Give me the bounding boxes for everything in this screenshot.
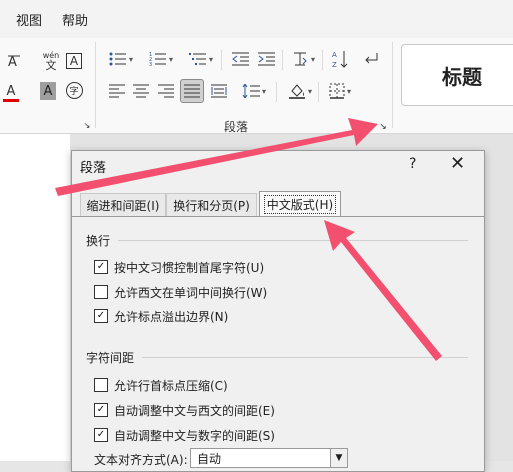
svg-text:Z: Z [332,61,337,69]
font-dialog-launcher-icon[interactable]: ↘ [82,120,92,130]
line-spacing-icon[interactable]: ▾ [238,81,270,101]
svg-text:A: A [332,51,337,59]
checkbox[interactable] [94,285,108,299]
checkbox[interactable]: ✓ [94,260,108,274]
option-allow-latin-wrap[interactable]: 允许西文在单词中间换行(W) [94,284,267,300]
char-border-icon[interactable]: A [64,51,84,71]
show-marks-icon[interactable] [360,49,382,69]
menu-view[interactable]: 视图 [16,10,42,29]
justify-icon[interactable] [180,79,204,103]
enclose-char-icon[interactable]: 字 [64,80,84,100]
ribbon-separator [282,50,283,70]
close-icon[interactable]: ✕ [450,153,465,174]
font-color-bar [3,98,19,102]
section-divider [142,357,468,358]
char-shading-icon[interactable]: A [40,82,56,100]
option-space-asian-numbers[interactable]: ✓ 自动调整中文与数字的间距(S) [94,427,275,443]
dialog-title: 段落 [80,161,107,176]
text-align-select[interactable]: 自动 [190,448,344,468]
paragraph-group-label: 段落 [224,120,249,134]
ribbon-separator [95,42,96,128]
phonetic-char: 文 [45,58,57,72]
multilevel-list-icon[interactable]: ▾ [186,49,216,69]
distributed-icon[interactable] [208,81,230,101]
section-divider [118,240,468,241]
paragraph-dialog: 段落 ? ✕ 缩进和间距(I) 换行和分页(P) 中文版式(H) 换行 ✓ 按中… [71,150,485,472]
checkbox[interactable]: ✓ [94,403,108,417]
checkbox[interactable]: ✓ [94,428,108,442]
borders-icon[interactable]: ▾ [324,81,356,101]
tab-label: 中文版式(H) [263,195,337,214]
checkbox[interactable]: ✓ [94,309,108,323]
decrease-indent-icon[interactable] [230,49,252,69]
text-align-label: 文本对齐方式(A): [94,453,188,467]
font-color-glyph: A [6,83,16,99]
menu-help[interactable]: 帮助 [62,10,88,29]
option-label: 自动调整中文与数字的间距(S) [114,428,275,443]
ribbon-separator [221,50,222,70]
option-compress-punctuation[interactable]: 允许行首标点压缩(C) [94,377,228,393]
phonetic-guide-icon[interactable]: wén 文 [40,49,62,73]
align-right-icon[interactable] [155,81,177,101]
increase-indent-icon[interactable] [256,49,278,69]
ribbon-separator [322,50,323,70]
option-hanging-punctuation[interactable]: ✓ 允许标点溢出边界(N) [94,308,228,324]
align-center-icon[interactable] [130,81,152,101]
ribbon-separator [318,82,319,102]
char-shading-glyph: A [43,83,53,99]
checkbox[interactable] [94,378,108,392]
style-preview-heading[interactable]: 标题 [401,44,513,106]
document-page[interactable] [0,134,70,461]
menu-bar: 视图 帮助 [0,0,513,38]
font-size-icon[interactable]: A [4,51,24,71]
char-border-glyph: A [65,53,83,69]
option-space-asian-latin[interactable]: ✓ 自动调整中文与西文的间距(E) [94,402,275,418]
option-label: 允许西文在单词中间换行(W) [114,285,268,300]
svg-text:A: A [8,55,17,69]
option-label: 按中文习惯控制首尾字符(U) [114,260,265,275]
bullets-icon[interactable]: ▾ [106,49,136,69]
tab-label: 缩进和间距(I) [86,198,160,213]
option-control-first-last-chars[interactable]: ✓ 按中文习惯控制首尾字符(U) [94,259,264,275]
paragraph-dialog-launcher-icon[interactable]: ↘ [376,120,390,134]
ribbon-separator [392,42,393,128]
help-button[interactable]: ? [409,156,416,172]
tab-indents-spacing[interactable]: 缩进和间距(I) [80,193,166,216]
tab-label: 换行和分页(P) [173,198,250,213]
chinese-layout-icon[interactable]: ▾ [288,49,318,69]
option-label: 允许标点溢出边界(N) [114,309,229,324]
tab-line-page-breaks[interactable]: 换行和分页(P) [166,193,257,216]
shading-icon[interactable]: ▾ [284,81,316,101]
numbering-icon[interactable]: 1 2 3 ▾ [146,49,176,69]
ribbon-separator [276,82,277,102]
option-label: 自动调整中文与西文的间距(E) [114,403,275,418]
sort-icon[interactable]: AZ [330,48,350,70]
section-title-char-spacing: 字符间距 [86,351,135,365]
chevron-down-icon[interactable]: ▼ [330,448,348,468]
font-color-icon[interactable]: A [0,81,22,105]
align-left-icon[interactable] [106,81,128,101]
section-title-line-break: 换行 [86,234,111,248]
tab-divider [72,216,484,217]
option-label: 允许行首标点压缩(C) [114,378,228,393]
tab-asian-typography[interactable]: 中文版式(H) [259,191,341,217]
svg-text:3: 3 [149,62,152,66]
enclose-char-glyph: 字 [65,81,83,99]
